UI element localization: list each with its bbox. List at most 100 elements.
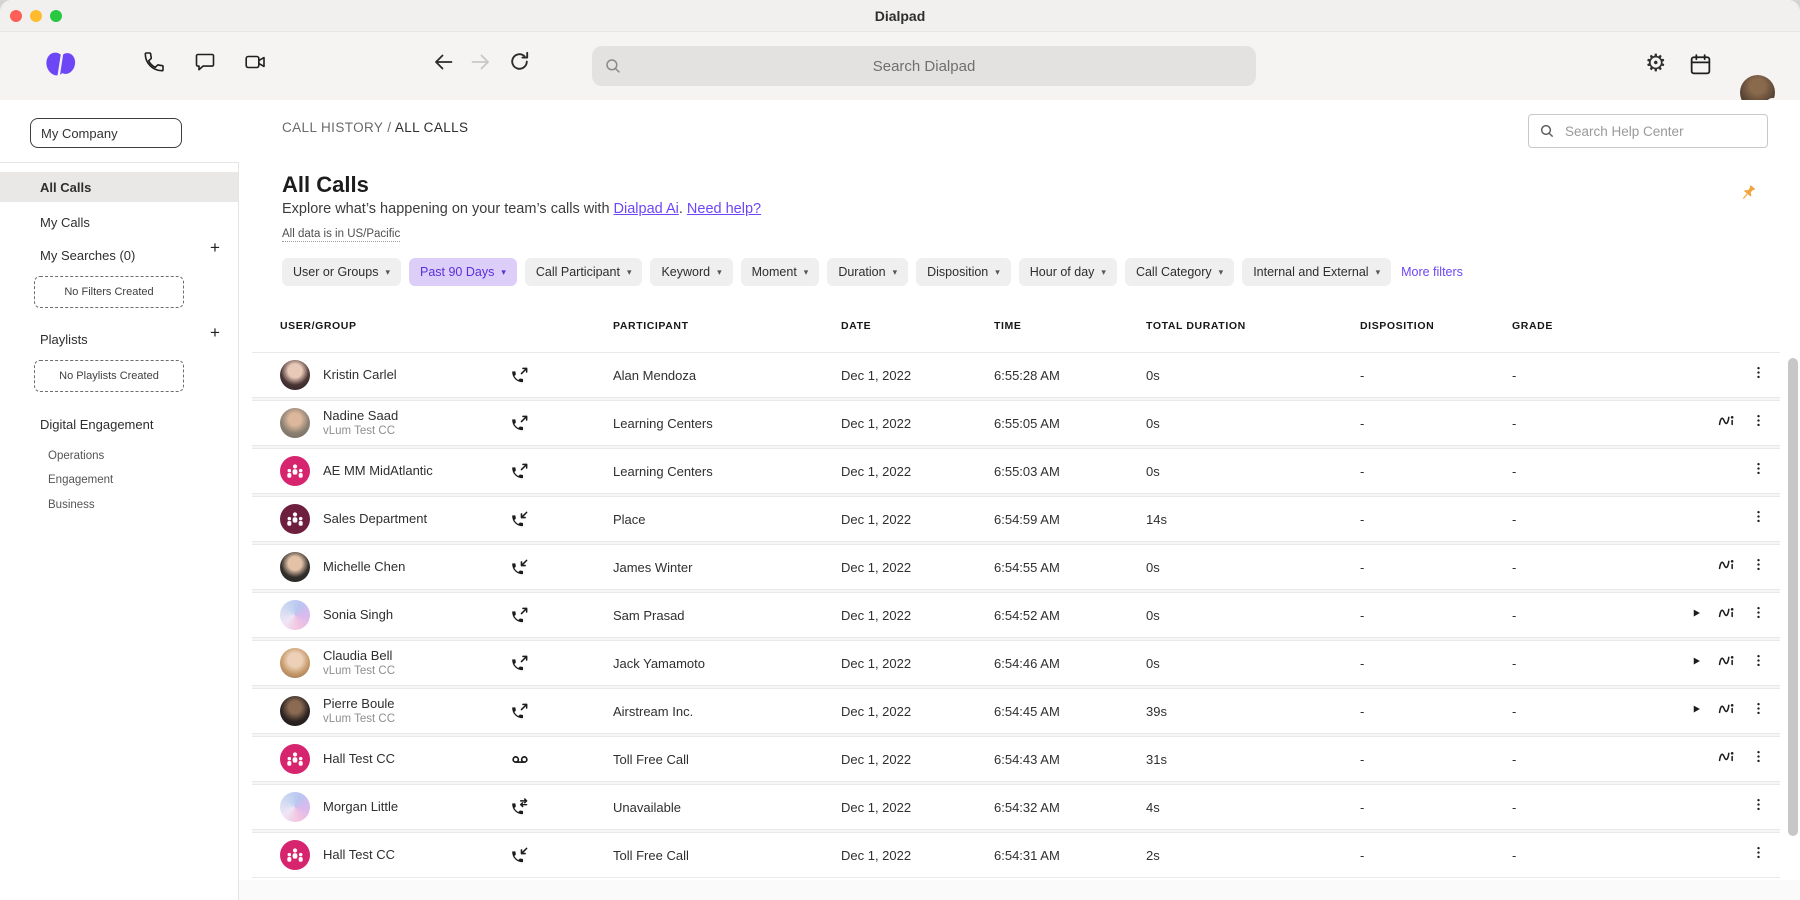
duration-cell: 0s bbox=[1146, 416, 1360, 431]
play-recording-icon[interactable] bbox=[1691, 606, 1702, 624]
vertical-scrollbar[interactable] bbox=[1788, 358, 1798, 836]
calls-tab-phone-icon[interactable] bbox=[142, 50, 166, 74]
row-menu-kebab-icon[interactable] bbox=[1751, 364, 1766, 386]
table-row[interactable]: Michelle ChenJames WinterDec 1, 20226:54… bbox=[252, 544, 1780, 590]
global-search-input[interactable] bbox=[592, 57, 1256, 76]
nav-forward-button[interactable] bbox=[468, 50, 493, 74]
row-menu-kebab-icon[interactable] bbox=[1751, 652, 1766, 674]
row-menu-kebab-icon[interactable] bbox=[1751, 460, 1766, 482]
global-search-bar[interactable] bbox=[592, 46, 1256, 86]
app-window: Dialpad bbox=[0, 0, 1800, 900]
filter-chip-keyword[interactable]: Keyword▾ bbox=[650, 258, 732, 286]
play-recording-icon[interactable] bbox=[1691, 702, 1702, 720]
table-row[interactable]: Hall Test CCToll Free CallDec 1, 20226:5… bbox=[252, 736, 1780, 782]
settings-gear-icon[interactable]: ⚙ bbox=[1645, 52, 1667, 76]
filter-chip-past-90-days[interactable]: Past 90 Days▾ bbox=[409, 258, 517, 286]
filter-chip-call-category[interactable]: Call Category▾ bbox=[1125, 258, 1234, 286]
add-playlist-button[interactable]: + bbox=[205, 323, 225, 343]
ai-transcript-icon[interactable] bbox=[1717, 748, 1736, 770]
search-icon bbox=[604, 57, 622, 75]
meetings-tab-video-icon[interactable] bbox=[243, 50, 268, 74]
user-name: Nadine Saad bbox=[323, 408, 398, 424]
date-cell: Dec 1, 2022 bbox=[841, 800, 994, 815]
messages-tab-chat-icon[interactable] bbox=[193, 50, 217, 74]
inbound-call-icon bbox=[510, 846, 574, 865]
sidebar-item-engagement[interactable]: Engagement bbox=[48, 474, 113, 486]
user-name-stack: AE MM MidAtlantic bbox=[323, 463, 433, 479]
row-menu-kebab-icon[interactable] bbox=[1751, 748, 1766, 770]
pin-icon[interactable] bbox=[1738, 182, 1758, 209]
time-cell: 6:54:32 AM bbox=[994, 800, 1146, 815]
column-header-date: DATE bbox=[841, 320, 994, 332]
row-menu-kebab-icon[interactable] bbox=[1751, 796, 1766, 818]
filter-chip-moment[interactable]: Moment▾ bbox=[741, 258, 820, 286]
sidebar-item-business[interactable]: Business bbox=[48, 499, 95, 511]
duration-cell: 31s bbox=[1146, 752, 1360, 767]
row-actions bbox=[1660, 700, 1780, 722]
ai-transcript-icon[interactable] bbox=[1717, 700, 1736, 722]
user-avatar bbox=[280, 600, 310, 630]
outbound-call-icon bbox=[510, 606, 574, 625]
chevron-down-icon: ▾ bbox=[717, 267, 722, 278]
disposition-cell: - bbox=[1360, 464, 1512, 479]
column-header-participant: PARTICIPANT bbox=[574, 320, 841, 332]
sidebar-item-operations[interactable]: Operations bbox=[48, 450, 104, 462]
duration-cell: 14s bbox=[1146, 512, 1360, 527]
sidebar: My Company All Calls My Calls My Searche… bbox=[0, 100, 239, 900]
ai-transcript-icon[interactable] bbox=[1717, 412, 1736, 434]
row-menu-kebab-icon[interactable] bbox=[1751, 412, 1766, 434]
more-filters-link[interactable]: More filters bbox=[1401, 265, 1463, 279]
table-row[interactable]: Pierre BoulevLum Test CCAirstream Inc.De… bbox=[252, 688, 1780, 734]
need-help-link[interactable]: Need help? bbox=[687, 201, 761, 217]
breadcrumb[interactable]: CALL HISTORY / ALL CALLS bbox=[282, 120, 468, 135]
sidebar-item-all-calls[interactable]: All Calls bbox=[0, 172, 239, 202]
filter-chip-label: User or Groups bbox=[293, 265, 378, 279]
table-row[interactable]: AE MM MidAtlanticLearning CentersDec 1, … bbox=[252, 448, 1780, 494]
filter-chip-hour-of-day[interactable]: Hour of day▾ bbox=[1019, 258, 1117, 286]
zoom-window-button[interactable] bbox=[50, 10, 62, 22]
filter-chip-duration[interactable]: Duration▾ bbox=[827, 258, 908, 286]
disposition-cell: - bbox=[1360, 800, 1512, 815]
row-menu-kebab-icon[interactable] bbox=[1751, 556, 1766, 578]
date-cell: Dec 1, 2022 bbox=[841, 704, 994, 719]
row-menu-kebab-icon[interactable] bbox=[1751, 844, 1766, 866]
user-name-stack: Michelle Chen bbox=[323, 559, 405, 575]
row-menu-kebab-icon[interactable] bbox=[1751, 700, 1766, 722]
filter-chip-internal-and-external[interactable]: Internal and External▾ bbox=[1242, 258, 1391, 286]
table-row[interactable]: Claudia BellvLum Test CCJack YamamotoDec… bbox=[252, 640, 1780, 686]
ai-transcript-icon[interactable] bbox=[1717, 556, 1736, 578]
close-window-button[interactable] bbox=[10, 10, 22, 22]
calendar-icon[interactable] bbox=[1688, 52, 1713, 77]
disposition-cell: - bbox=[1360, 368, 1512, 383]
user-subtitle: vLum Test CC bbox=[323, 712, 395, 726]
table-row[interactable]: Kristin CarlelAlan MendozaDec 1, 20226:5… bbox=[252, 352, 1780, 398]
row-menu-kebab-icon[interactable] bbox=[1751, 508, 1766, 530]
column-header-time: TIME bbox=[994, 320, 1146, 332]
help-center-search[interactable] bbox=[1528, 114, 1768, 148]
table-row[interactable]: Hall Test CCToll Free CallDec 1, 20226:5… bbox=[252, 832, 1780, 878]
filter-chip-user-or-groups[interactable]: User or Groups▾ bbox=[282, 258, 401, 286]
play-recording-icon[interactable] bbox=[1691, 654, 1702, 672]
main-content: CALL HISTORY / ALL CALLS All Calls Explo… bbox=[239, 100, 1800, 900]
row-actions bbox=[1660, 364, 1780, 386]
filter-chip-disposition[interactable]: Disposition▾ bbox=[916, 258, 1011, 286]
minimize-window-button[interactable] bbox=[30, 10, 42, 22]
ai-transcript-icon[interactable] bbox=[1717, 604, 1736, 626]
sidebar-item-my-calls[interactable]: My Calls bbox=[0, 210, 239, 234]
row-menu-kebab-icon[interactable] bbox=[1751, 604, 1766, 626]
dialpad-ai-link[interactable]: Dialpad Ai bbox=[614, 201, 679, 217]
date-cell: Dec 1, 2022 bbox=[841, 752, 994, 767]
table-row[interactable]: Nadine SaadvLum Test CCLearning CentersD… bbox=[252, 400, 1780, 446]
table-row[interactable]: Sales DepartmentPlaceDec 1, 20226:54:59 … bbox=[252, 496, 1780, 542]
help-center-search-input[interactable] bbox=[1563, 123, 1743, 140]
table-row[interactable]: Morgan LittleUnavailableDec 1, 20226:54:… bbox=[252, 784, 1780, 830]
column-header-disposition: DISPOSITION bbox=[1360, 320, 1512, 332]
refresh-button[interactable] bbox=[507, 49, 532, 74]
filter-chip-call-participant[interactable]: Call Participant▾ bbox=[525, 258, 643, 286]
company-selector[interactable]: My Company bbox=[30, 118, 182, 148]
filter-chip-label: Call Participant bbox=[536, 265, 620, 279]
nav-back-button[interactable] bbox=[431, 50, 456, 74]
ai-transcript-icon[interactable] bbox=[1717, 652, 1736, 674]
add-search-button[interactable]: + bbox=[205, 238, 225, 258]
table-row[interactable]: Sonia SinghSam PrasadDec 1, 20226:54:52 … bbox=[252, 592, 1780, 638]
